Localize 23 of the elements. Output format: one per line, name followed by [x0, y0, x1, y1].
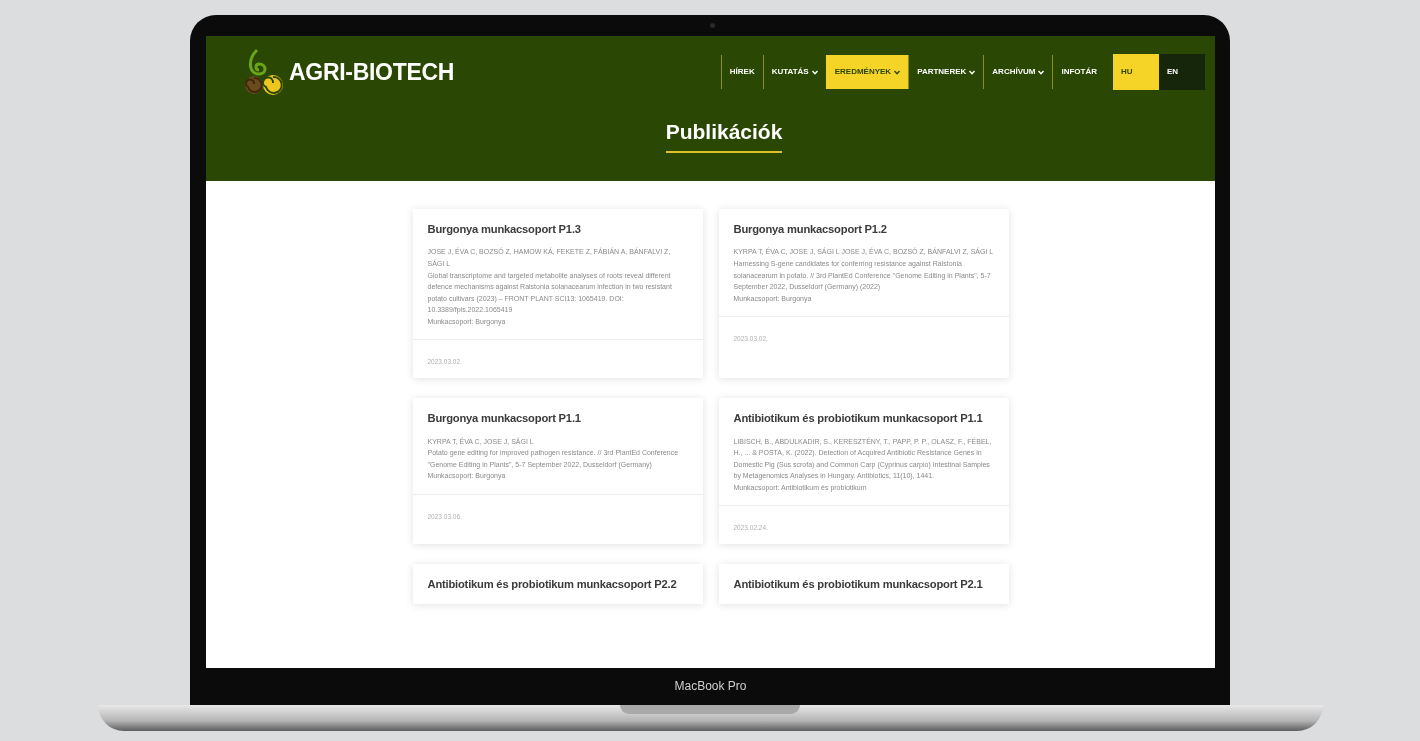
device-label: MacBook Pro: [673, 678, 748, 695]
nav-item[interactable]: EREDMÉNYEK: [825, 55, 909, 89]
chevron-down-icon: [1038, 69, 1045, 75]
chevron-down-icon: [894, 69, 901, 75]
card-title[interactable]: Burgonya munkacsoport P1.2: [733, 223, 994, 237]
chevron-down-icon: [969, 69, 976, 75]
card-title[interactable]: Antibiotikum és probiotikum munkacsoport P1.1: [733, 412, 994, 426]
page-title: Publikációk: [665, 116, 783, 153]
card-title[interactable]: Antibiotikum és probiotikum munkacsoport P2.2: [427, 578, 688, 592]
language-button[interactable]: HU: [1113, 54, 1159, 90]
nav-item[interactable]: ARCHÍVUM: [983, 55, 1053, 89]
nav-item[interactable]: KUTATÁS: [762, 55, 826, 89]
nav-item[interactable]: INFOTÁR: [1052, 55, 1105, 89]
camera-dot: [710, 23, 715, 28]
language-button[interactable]: EN: [1159, 54, 1205, 90]
nav-item[interactable]: PARTNEREK: [908, 55, 984, 89]
logo-text[interactable]: AGRI-BIOTECH: [289, 54, 455, 90]
card-title[interactable]: Antibiotikum és probiotikum munkacsoport P2.1: [733, 578, 994, 592]
card-title[interactable]: Burgonya munkacsoport P1.1: [427, 412, 688, 426]
nav-item[interactable]: HÍREK: [720, 55, 763, 89]
logo-icon: [243, 48, 285, 96]
card-title[interactable]: Burgonya munkacsoport P1.3: [427, 223, 688, 237]
chevron-down-icon: [811, 69, 818, 75]
